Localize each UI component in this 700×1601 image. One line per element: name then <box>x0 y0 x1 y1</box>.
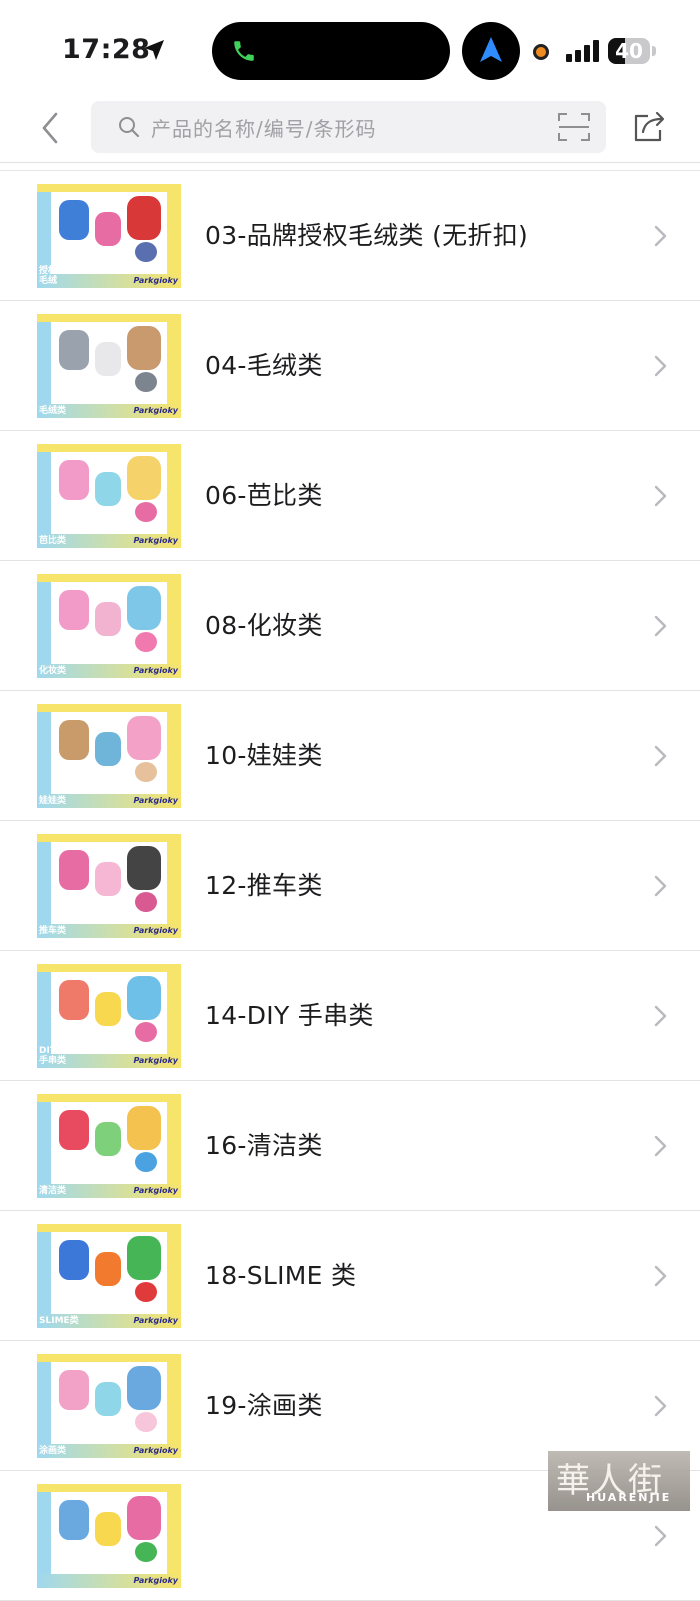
category-row[interactable]: 清洁类 Parkgioky 16-清洁类 <box>0 1081 700 1211</box>
chevron-right-icon <box>654 1005 667 1027</box>
category-thumbnail: 授权类 毛绒 Parkgioky <box>37 184 181 288</box>
brand-logo: Parkgioky <box>133 1056 178 1065</box>
category-row[interactable]: 毛绒类 Parkgioky 04-毛绒类 <box>0 301 700 431</box>
brand-logo: Parkgioky <box>133 926 178 935</box>
battery-icon: 40 <box>608 38 650 64</box>
location-arrow-icon <box>144 40 164 60</box>
navigation-bubble[interactable] <box>462 22 520 80</box>
category-thumbnail: 推车类 Parkgioky <box>37 834 181 938</box>
category-row[interactable]: 化妆类 Parkgioky 08-化妆类 <box>0 561 700 691</box>
category-label: 04-毛绒类 <box>205 351 323 380</box>
category-thumbnail: DIY 手串类 Parkgioky <box>37 964 181 1068</box>
thumbnail-tag: 推车类 <box>39 926 67 936</box>
category-row[interactable]: DIY 手串类 Parkgioky 14-DIY 手串类 <box>0 951 700 1081</box>
chevron-right-icon <box>654 225 667 247</box>
search-header: 产品的名称/编号/条形码 <box>0 96 700 163</box>
search-input[interactable]: 产品的名称/编号/条形码 <box>91 101 606 153</box>
category-label: 06-芭比类 <box>205 481 323 510</box>
category-thumbnail: 清洁类 Parkgioky <box>37 1094 181 1198</box>
status-bar: 17:28 40 <box>0 0 700 96</box>
chevron-right-icon <box>654 1265 667 1287</box>
share-icon[interactable] <box>632 110 666 142</box>
category-label: 18-SLIME 类 <box>205 1261 357 1290</box>
chevron-right-icon <box>654 875 667 897</box>
thumbnail-tag: 毛绒类 <box>39 406 67 416</box>
brand-logo: Parkgioky <box>133 406 178 415</box>
category-row[interactable]: SLIME类 Parkgioky 18-SLIME 类 <box>0 1211 700 1341</box>
battery-level: 40 <box>615 39 643 63</box>
category-row[interactable]: 娃娃类 Parkgioky 10-娃娃类 <box>0 691 700 821</box>
chevron-right-icon <box>654 1395 667 1417</box>
search-placeholder: 产品的名称/编号/条形码 <box>151 117 377 141</box>
category-label: 12-推车类 <box>205 871 323 900</box>
category-thumbnail: Parkgioky <box>37 1484 181 1588</box>
chevron-left-icon[interactable] <box>36 110 66 146</box>
category-label: 10-娃娃类 <box>205 741 323 770</box>
chevron-right-icon <box>654 745 667 767</box>
category-thumbnail: 娃娃类 Parkgioky <box>37 704 181 808</box>
battery-cap <box>652 46 656 56</box>
brand-logo: Parkgioky <box>133 1316 178 1325</box>
category-thumbnail: SLIME类 Parkgioky <box>37 1224 181 1328</box>
chevron-right-icon <box>654 1525 667 1547</box>
thumbnail-tag: 授权类 毛绒 <box>39 266 67 286</box>
category-thumbnail: 化妆类 Parkgioky <box>37 574 181 678</box>
brand-logo: Parkgioky <box>133 1446 178 1455</box>
chevron-right-icon <box>654 1135 667 1157</box>
category-label: 19-涂画类 <box>205 1391 323 1420</box>
category-thumbnail: 芭比类 Parkgioky <box>37 444 181 548</box>
navigation-icon <box>480 37 502 62</box>
chevron-right-icon <box>654 485 667 507</box>
thumbnail-tag: 娃娃类 <box>39 796 67 806</box>
thumbnail-tag: 涂画类 <box>39 1446 67 1456</box>
header-divider <box>0 163 700 171</box>
recording-dot-icon <box>533 44 549 60</box>
watermark-en: HUARENJIE <box>586 1491 672 1504</box>
category-thumbnail: 毛绒类 Parkgioky <box>37 314 181 418</box>
dynamic-island[interactable] <box>212 22 450 80</box>
phone-icon <box>234 41 254 61</box>
chevron-right-icon <box>654 355 667 377</box>
thumbnail-tag: 化妆类 <box>39 666 67 676</box>
category-row[interactable]: 授权类 毛绒 Parkgioky 03-品牌授权毛绒类 (无折扣) <box>0 171 700 301</box>
category-label: 08-化妆类 <box>205 611 323 640</box>
category-label: 03-品牌授权毛绒类 (无折扣) <box>205 221 529 250</box>
brand-logo: Parkgioky <box>133 1576 178 1585</box>
brand-logo: Parkgioky <box>133 1186 178 1195</box>
search-icon <box>119 117 140 138</box>
brand-logo: Parkgioky <box>133 666 178 675</box>
brand-logo: Parkgioky <box>133 796 178 805</box>
brand-logo: Parkgioky <box>133 276 178 285</box>
watermark-logo: 華人街 HUARENJIE <box>548 1451 690 1511</box>
brand-logo: Parkgioky <box>133 536 178 545</box>
chevron-right-icon <box>654 615 667 637</box>
thumbnail-tag: 芭比类 <box>39 536 67 546</box>
category-list: 授权类 毛绒 Parkgioky 03-品牌授权毛绒类 (无折扣) 毛绒类 Pa… <box>0 171 700 1601</box>
thumbnail-tag: 清洁类 <box>39 1186 67 1196</box>
thumbnail-tag: DIY 手串类 <box>39 1046 67 1066</box>
category-row[interactable]: 芭比类 Parkgioky 06-芭比类 <box>0 431 700 561</box>
status-time: 17:28 <box>62 34 151 65</box>
category-label: 14-DIY 手串类 <box>205 1001 374 1030</box>
scan-icon[interactable] <box>557 111 591 143</box>
category-row[interactable]: 推车类 Parkgioky 12-推车类 <box>0 821 700 951</box>
thumbnail-tag: SLIME类 <box>39 1316 79 1326</box>
category-thumbnail: 涂画类 Parkgioky <box>37 1354 181 1458</box>
category-label: 16-清洁类 <box>205 1131 323 1160</box>
